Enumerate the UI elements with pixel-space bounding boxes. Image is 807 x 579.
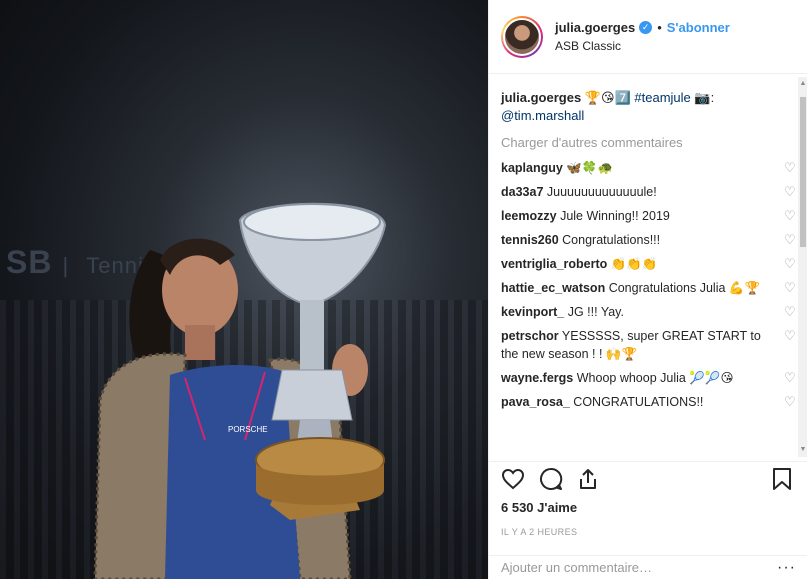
bookmark-icon[interactable] <box>772 467 792 491</box>
comment-item: kevinport_ JG !!! Yay. ♡ <box>501 300 796 324</box>
comment-item: tennis260 Congratulations!!! ♡ <box>501 228 796 252</box>
caption-hashtag[interactable]: #teamjule <box>634 90 690 105</box>
comments-list[interactable]: julia.goerges 🏆😘7️⃣ #teamjule 📷: @tim.ma… <box>489 75 807 461</box>
heart-icon[interactable]: ♡ <box>784 329 796 342</box>
avatar[interactable] <box>501 15 543 58</box>
comment-text: Jule Winning!! 2019 <box>560 209 670 223</box>
post-timestamp[interactable]: IL Y A 2 HEURES <box>501 527 796 537</box>
comment-item: pava_rosa_ CONGRATULATIONS!! ♡ <box>501 390 796 414</box>
comment-text: 👏👏👏 <box>610 257 658 271</box>
comment-username[interactable]: pava_rosa_ <box>501 395 570 409</box>
comment-item: wayne.fergs Whoop whoop Julia 🎾🎾😘 ♡ <box>501 366 796 390</box>
post-header: julia.goerges ✓ • S'abonner ASB Classic <box>489 0 807 74</box>
separator-dot: • <box>657 20 662 35</box>
comments-scrollbar[interactable]: ▲ ▼ <box>798 77 807 457</box>
comment-text: JG !!! Yay. <box>567 305 624 319</box>
comment-item: da33a7 Juuuuuuuuuuuuule! ♡ <box>501 180 796 204</box>
heart-icon[interactable] <box>501 468 525 490</box>
more-options-icon[interactable]: ··· <box>777 559 796 577</box>
heart-icon[interactable]: ♡ <box>784 185 796 198</box>
comment-item: leemozzy Jule Winning!! 2019 ♡ <box>501 204 796 228</box>
scroll-up-arrow-icon[interactable]: ▲ <box>798 79 807 89</box>
comment-icon[interactable] <box>539 467 563 491</box>
post-sidebar: julia.goerges ✓ • S'abonner ASB Classic … <box>488 0 807 579</box>
heart-icon[interactable]: ♡ <box>784 161 796 174</box>
heart-icon[interactable]: ♡ <box>784 371 796 384</box>
follow-button[interactable]: S'abonner <box>667 20 730 35</box>
caption-username[interactable]: julia.goerges <box>501 90 581 105</box>
likes-count[interactable]: 6 530 J'aime <box>501 500 796 515</box>
comment-username[interactable]: wayne.fergs <box>501 371 573 385</box>
caption-mention[interactable]: @tim.marshall <box>501 108 584 123</box>
add-comment-bar: ··· <box>489 555 807 579</box>
post-photo[interactable]: SB | Tennis PORSCHE <box>0 0 488 579</box>
avatar-image <box>503 17 541 56</box>
comment-username[interactable]: petrschor <box>501 329 559 343</box>
scroll-thumb[interactable] <box>800 97 806 247</box>
comment-text: 🦋🍀🐢 <box>566 161 614 175</box>
comment-item: kaplanguy 🦋🍀🐢 ♡ <box>501 156 796 180</box>
comment-text: Congratulations Julia 💪🏆 <box>608 281 761 295</box>
comment-input[interactable] <box>501 560 778 575</box>
caption-camera: 📷: <box>694 90 715 105</box>
header-username[interactable]: julia.goerges <box>555 20 635 35</box>
comment-text: Congratulations!!! <box>562 233 661 247</box>
caption-emojis: 🏆😘7️⃣ <box>584 90 631 105</box>
comment-item: hattie_ec_watson Congratulations Julia 💪… <box>501 276 796 300</box>
comment-username[interactable]: kaplanguy <box>501 161 563 175</box>
comment-username[interactable]: tennis260 <box>501 233 559 247</box>
heart-icon[interactable]: ♡ <box>784 305 796 318</box>
heart-icon[interactable]: ♡ <box>784 209 796 222</box>
comment-username[interactable]: leemozzy <box>501 209 557 223</box>
comment-item: petrschor YESSSSS, super GREAT START to … <box>501 324 796 366</box>
comment-username[interactable]: kevinport_ <box>501 305 564 319</box>
comment-username[interactable]: da33a7 <box>501 185 543 199</box>
heart-icon[interactable]: ♡ <box>784 281 796 294</box>
verified-badge-icon: ✓ <box>639 21 653 34</box>
comment-text: Whoop whoop Julia 🎾🎾😘 <box>576 371 734 385</box>
heart-icon[interactable]: ♡ <box>784 233 796 246</box>
heart-icon[interactable]: ♡ <box>784 395 796 408</box>
location-link[interactable]: ASB Classic <box>555 39 730 53</box>
comment-item: ventriglia_roberto 👏👏👏 ♡ <box>501 252 796 276</box>
svg-text:PORSCHE: PORSCHE <box>228 425 268 434</box>
heart-icon[interactable]: ♡ <box>784 257 796 270</box>
post-actions: 6 530 J'aime IL Y A 2 HEURES <box>489 461 807 537</box>
comment-text: CONGRATULATIONS!! <box>573 395 704 409</box>
comment-username[interactable]: ventriglia_roberto <box>501 257 607 271</box>
comment-username[interactable]: hattie_ec_watson <box>501 281 605 295</box>
load-more-comments-button[interactable]: Charger d'autres commentaires <box>501 135 782 150</box>
share-icon[interactable] <box>577 467 599 491</box>
post-caption: julia.goerges 🏆😘7️⃣ #teamjule 📷: @tim.ma… <box>501 89 782 125</box>
scroll-down-arrow-icon[interactable]: ▼ <box>798 445 807 455</box>
player-with-trophy-illustration: PORSCHE <box>93 202 387 579</box>
comment-text: Juuuuuuuuuuuuule! <box>546 185 657 199</box>
